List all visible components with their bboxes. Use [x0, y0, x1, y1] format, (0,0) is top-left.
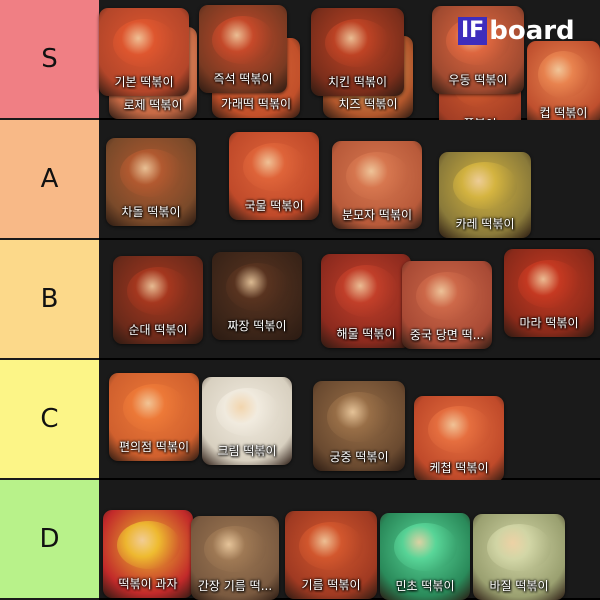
tier-card-label: 편의점 떡볶이 — [118, 440, 190, 454]
tier-card[interactable]: 궁중 떡볶이 — [313, 381, 405, 471]
tier-card[interactable]: 치킨 떡볶이 — [311, 8, 404, 96]
tier-card-label: 기본 떡볶이 — [114, 75, 174, 89]
tier-card-label: 분모자 떡볶이 — [341, 208, 413, 222]
tier-card[interactable]: 카레 떡볶이 — [439, 152, 531, 238]
tier-card-label: 케첩 떡볶이 — [429, 461, 489, 475]
tier-card-label: 해물 떡볶이 — [336, 327, 396, 341]
tier-lane[interactable]: 순대 떡볶이 짜장 떡볶이 해물 떡볶이 중국 당면 떡... 마라 떡볶이 — [99, 240, 600, 360]
tier-card-label: 민초 떡볶이 — [395, 579, 455, 593]
tier-row-d: D 떡볶이 과자 간장 기름 떡... 기름 떡볶이 민초 떡볶이 바질 떡볶이 — [0, 480, 600, 600]
tier-lane[interactable]: 떡볶이 과자 간장 기름 떡... 기름 떡볶이 민초 떡볶이 바질 떡볶이 — [99, 480, 600, 600]
tier-card[interactable]: 짜장 떡볶이 — [212, 252, 302, 340]
tier-label: B — [0, 240, 99, 358]
tier-card[interactable]: 해물 떡볶이 — [321, 254, 411, 348]
tier-card[interactable]: 크림 떡볶이 — [202, 377, 292, 465]
tier-row-c: C 편의점 떡볶이 크림 떡볶이 궁중 떡볶이 케첩 떡볶이 — [0, 360, 600, 482]
tier-card-label: 간장 기름 떡... — [197, 579, 273, 593]
tier-row-a: A 차돌 떡볶이 국물 떡볶이 분모자 떡볶이 카레 떡볶이 — [0, 120, 600, 240]
tier-card-label: 치킨 떡볶이 — [327, 75, 387, 89]
tier-label: A — [0, 120, 99, 238]
tier-card[interactable]: 케첩 떡볶이 — [414, 396, 504, 482]
tier-card-label: 차돌 떡볶이 — [121, 205, 181, 219]
tier-board: S 로제 떡볶이 가래떡 떡볶이 치즈 떡볶이 쫄볶이 컵 떡볶이 기본 떡볶이… — [0, 0, 600, 600]
tier-lane[interactable]: 차돌 떡볶이 국물 떡볶이 분모자 떡볶이 카레 떡볶이 — [99, 120, 600, 240]
tier-card[interactable]: 편의점 떡볶이 — [109, 373, 199, 461]
tier-card[interactable]: 기름 떡볶이 — [285, 511, 377, 599]
tier-card-label: 우동 떡볶이 — [448, 73, 508, 87]
tier-card[interactable]: 차돌 떡볶이 — [106, 138, 196, 226]
tier-card[interactable]: 민초 떡볶이 — [380, 513, 470, 600]
tier-card[interactable]: 간장 기름 떡... — [191, 516, 279, 600]
tier-label: C — [0, 360, 99, 478]
tier-row-b: B 순대 떡볶이 짜장 떡볶이 해물 떡볶이 중국 당면 떡... 마라 떡볶이 — [0, 240, 600, 360]
tier-label: S — [0, 0, 99, 118]
tier-card-label: 궁중 떡볶이 — [329, 450, 389, 464]
ifboard-logo: IF board — [458, 16, 575, 46]
tier-card-label: 가래떡 떡볶이 — [220, 97, 292, 111]
tier-card-label: 크림 떡볶이 — [217, 444, 277, 458]
tier-card[interactable]: 기본 떡볶이 — [99, 8, 189, 96]
tier-card-label: 중국 당면 떡... — [409, 328, 485, 342]
tier-card[interactable]: 컵 떡볶이 — [527, 41, 600, 127]
logo-text: board — [489, 16, 575, 46]
tier-card[interactable]: 즉석 떡볶이 — [199, 5, 287, 93]
tier-label: D — [0, 480, 99, 598]
tier-card-label: 즉석 떡볶이 — [213, 72, 273, 86]
tier-card[interactable]: 떡볶이 과자 — [103, 510, 193, 598]
tier-card[interactable]: 순대 떡볶이 — [113, 256, 203, 344]
logo-mark: IF — [458, 17, 488, 45]
tier-card[interactable]: 마라 떡볶이 — [504, 249, 594, 337]
tier-card-label: 바질 떡볶이 — [489, 579, 549, 593]
tier-card-label: 컵 떡볶이 — [539, 106, 588, 120]
tier-card[interactable]: 중국 당면 떡... — [402, 261, 492, 349]
tier-card[interactable]: 분모자 떡볶이 — [332, 141, 422, 229]
tier-card[interactable]: 바질 떡볶이 — [473, 514, 565, 600]
tier-card-label: 순대 떡볶이 — [128, 323, 188, 337]
tier-card-label: 치즈 떡볶이 — [338, 97, 398, 111]
tier-card-label: 떡볶이 과자 — [118, 577, 178, 591]
tier-card-label: 마라 떡볶이 — [519, 316, 579, 330]
tier-lane[interactable]: 편의점 떡볶이 크림 떡볶이 궁중 떡볶이 케첩 떡볶이 — [99, 360, 600, 482]
tier-card[interactable]: 국물 떡볶이 — [229, 132, 319, 220]
tier-card-label: 짜장 떡볶이 — [227, 319, 287, 333]
tier-card-label: 카레 떡볶이 — [455, 217, 515, 231]
tier-card-label: 로제 떡볶이 — [123, 98, 183, 112]
tier-card-label: 기름 떡볶이 — [301, 578, 361, 592]
tier-card-label: 국물 떡볶이 — [244, 199, 304, 213]
